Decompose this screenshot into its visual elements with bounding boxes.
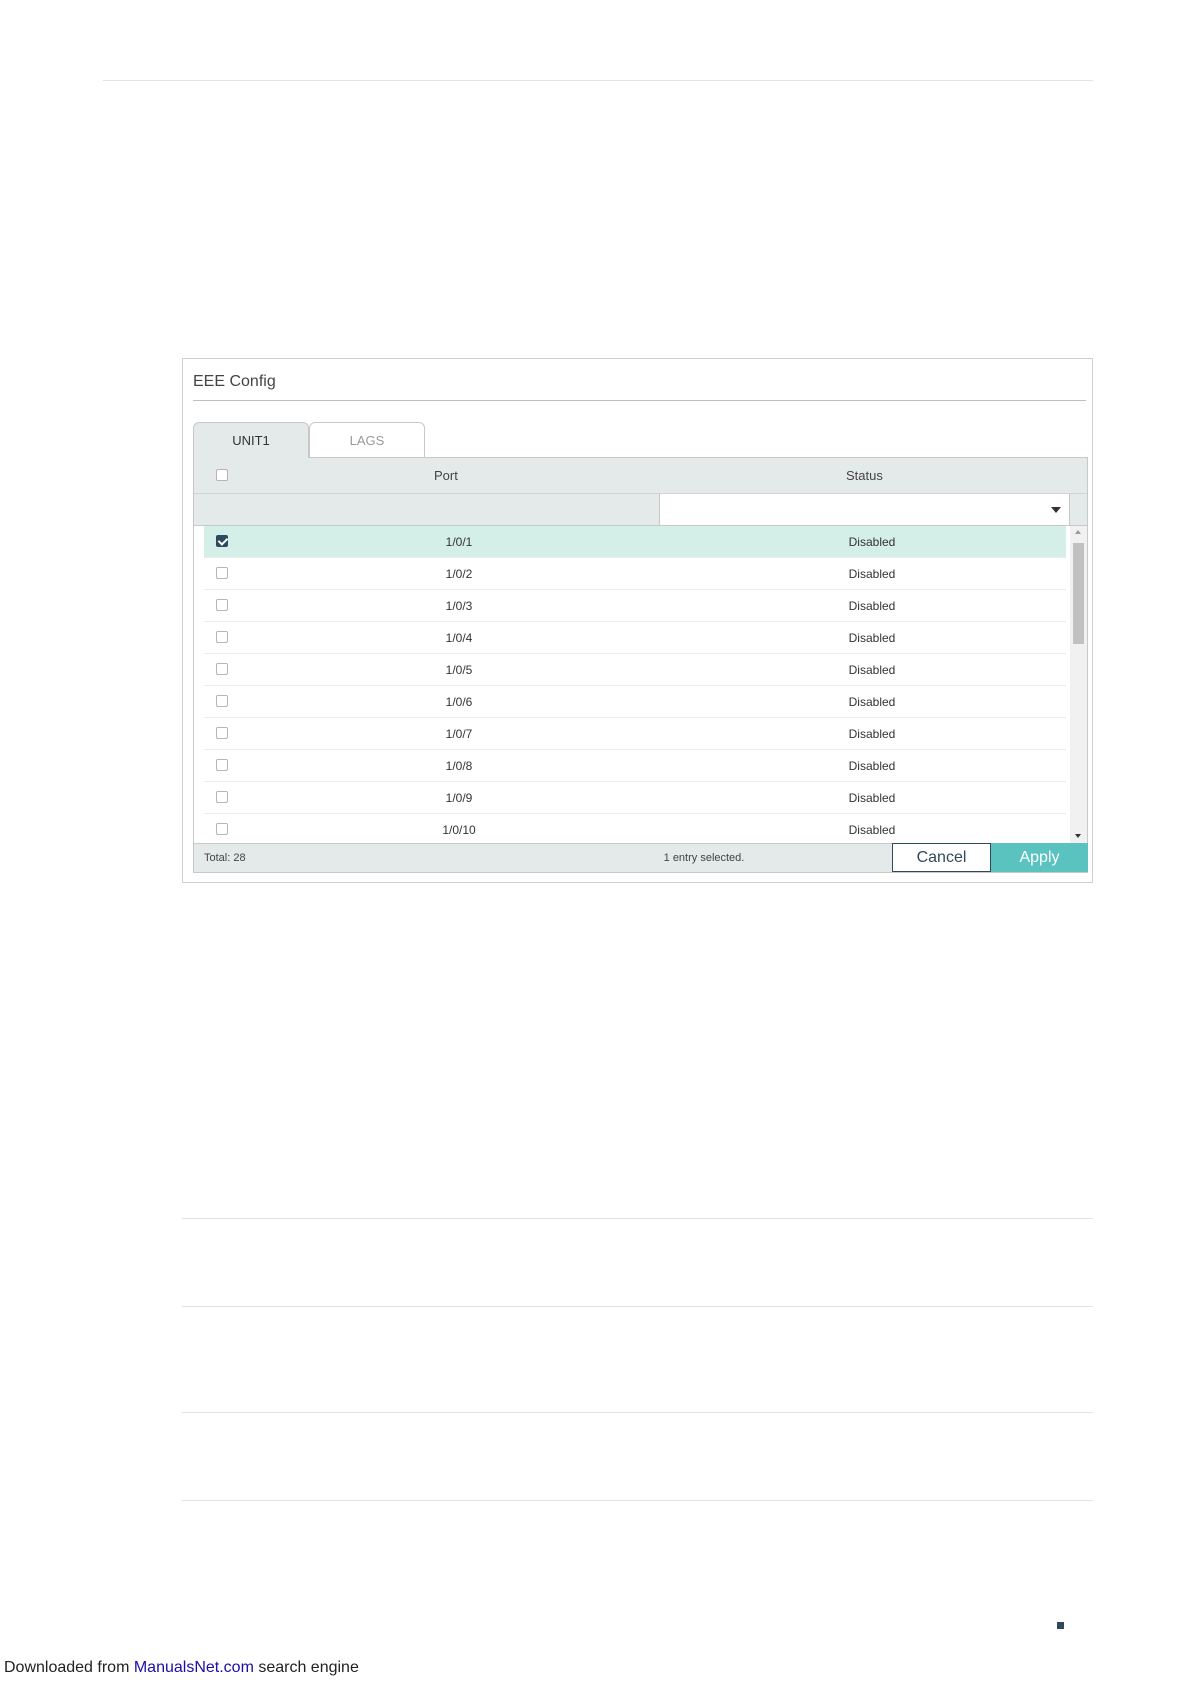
scroll-down-arrow-icon[interactable] [1075, 834, 1081, 838]
port-cell: 1/0/1 [445, 535, 473, 549]
scroll-up-arrow-icon[interactable] [1075, 530, 1081, 534]
tab-lags[interactable]: LAGS [309, 422, 425, 458]
table-row[interactable]: 1/0/3 Disabled [204, 590, 1066, 622]
port-cell: 1/0/2 [445, 567, 473, 581]
row-checkbox[interactable] [216, 567, 228, 579]
eee-config-panel: EEE Config UNIT1 LAGS Port Status 1/0/1 … [182, 358, 1093, 883]
row-checkbox[interactable] [216, 535, 228, 547]
table-header: Port Status [194, 458, 1087, 494]
row-checkbox[interactable] [216, 695, 228, 707]
apply-button[interactable]: Apply [991, 843, 1088, 872]
status-cell: Disabled [848, 791, 896, 805]
row-checkbox[interactable] [216, 631, 228, 643]
status-cell: Disabled [848, 759, 896, 773]
chevron-down-icon [1051, 507, 1061, 513]
port-cell: 1/0/9 [445, 791, 473, 805]
filter-row [194, 494, 1087, 526]
status-filter-select[interactable] [659, 494, 1070, 525]
title-divider [193, 400, 1086, 401]
footer-suffix: search engine [253, 1659, 359, 1676]
port-cell: 1/0/3 [445, 599, 473, 613]
port-cell: 1/0/8 [445, 759, 473, 773]
table-footer: Total: 28 1 entry selected. Cancel Apply [194, 843, 1088, 872]
row-checkbox[interactable] [216, 663, 228, 675]
table-body: 1/0/1 Disabled 1/0/2 Disabled 1/0/3 Disa… [194, 526, 1070, 843]
status-cell: Disabled [848, 695, 896, 709]
column-header-status: Status [846, 468, 883, 483]
port-cell: 1/0/6 [445, 695, 473, 709]
table-row[interactable]: 1/0/6 Disabled [204, 686, 1066, 718]
cancel-button[interactable]: Cancel [892, 843, 991, 872]
table-row[interactable]: 1/0/4 Disabled [204, 622, 1066, 654]
table-row[interactable]: 1/0/10 Disabled [204, 814, 1066, 843]
port-table: Port Status 1/0/1 Disabled 1/0/2 Disable… [193, 457, 1088, 873]
total-count: Total: 28 [204, 852, 246, 864]
table-row[interactable]: 1/0/1 Disabled [204, 526, 1066, 558]
table-divider-3 [182, 1412, 1093, 1413]
manualsnet-link[interactable]: ManualsNet.com [134, 1659, 254, 1676]
column-header-port: Port [434, 468, 458, 483]
scrollbar-thumb[interactable] [1073, 543, 1084, 644]
table-row[interactable]: 1/0/8 Disabled [204, 750, 1066, 782]
selection-status: 1 entry selected. [663, 852, 745, 864]
row-checkbox[interactable] [216, 791, 228, 803]
port-cell: 1/0/10 [442, 823, 476, 837]
table-divider-2 [182, 1306, 1093, 1307]
status-cell: Disabled [848, 599, 896, 613]
row-checkbox[interactable] [216, 759, 228, 771]
tab-unit1[interactable]: UNIT1 [193, 422, 309, 458]
status-cell: Disabled [848, 823, 896, 837]
table-divider-1 [182, 1218, 1093, 1219]
select-all-checkbox[interactable] [216, 469, 228, 481]
status-cell: Disabled [848, 631, 896, 645]
status-cell: Disabled [848, 663, 896, 677]
status-cell: Disabled [848, 727, 896, 741]
top-divider [103, 80, 1093, 81]
table-row[interactable]: 1/0/5 Disabled [204, 654, 1066, 686]
port-cell: 1/0/7 [445, 727, 473, 741]
port-cell: 1/0/5 [445, 663, 473, 677]
row-checkbox[interactable] [216, 823, 228, 835]
port-cell: 1/0/4 [445, 631, 473, 645]
table-row[interactable]: 1/0/9 Disabled [204, 782, 1066, 814]
download-footer: Downloaded from ManualsNet.com search en… [4, 1659, 359, 1677]
status-cell: Disabled [848, 567, 896, 581]
footer-prefix: Downloaded from [4, 1659, 134, 1676]
table-row[interactable]: 1/0/2 Disabled [204, 558, 1066, 590]
table-row[interactable]: 1/0/7 Disabled [204, 718, 1066, 750]
status-cell: Disabled [848, 535, 896, 549]
row-checkbox[interactable] [216, 599, 228, 611]
panel-title: EEE Config [193, 373, 276, 390]
table-divider-4 [182, 1500, 1093, 1501]
table-scrollbar[interactable] [1070, 526, 1087, 843]
row-checkbox[interactable] [216, 727, 228, 739]
page-marker-icon [1057, 1622, 1064, 1629]
